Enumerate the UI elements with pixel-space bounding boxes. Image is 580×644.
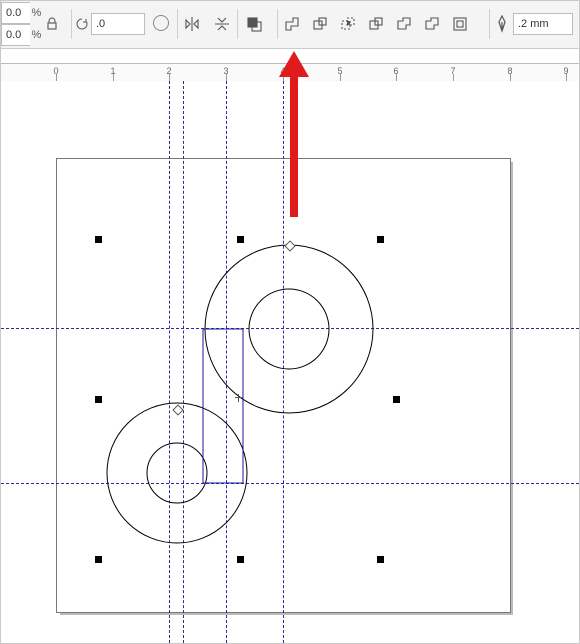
selection-handle[interactable] <box>95 396 102 403</box>
app-window: 0.0 % 0.0 % .0 <box>0 0 580 644</box>
pen-icon <box>495 15 509 33</box>
scale-fields: 0.0 % 0.0 % <box>1 1 43 47</box>
separator <box>277 9 278 39</box>
scale-x-pct: % <box>30 7 43 19</box>
outline-group: .2 mm <box>495 13 573 35</box>
back-minus-front-button[interactable] <box>421 13 443 35</box>
scale-x-input[interactable]: 0.0 <box>1 2 30 24</box>
arrow-head-icon <box>279 51 309 77</box>
boundary-button[interactable] <box>449 13 471 35</box>
rotation-group: .0 <box>75 4 145 44</box>
scale-y-pct: % <box>30 29 43 41</box>
separator <box>177 9 178 39</box>
selected-rectangle[interactable] <box>203 329 243 483</box>
weld-button[interactable] <box>281 13 303 35</box>
rotation-input[interactable]: .0 <box>91 13 145 35</box>
separator <box>489 9 490 39</box>
annotation-arrow <box>279 51 309 231</box>
simplify-button[interactable] <box>365 13 387 35</box>
selection-handle[interactable] <box>377 236 384 243</box>
circle-large-2[interactable] <box>107 403 247 543</box>
selection-handle[interactable] <box>237 236 244 243</box>
arrow-shaft <box>290 77 298 217</box>
mirror-buttons <box>181 13 233 35</box>
options-icon[interactable] <box>153 15 169 31</box>
lock-ratio-button[interactable] <box>43 14 61 34</box>
circle-small-1[interactable] <box>249 289 329 369</box>
selection-handle[interactable] <box>393 396 400 403</box>
separator <box>237 9 238 39</box>
rotate-icon <box>75 17 89 31</box>
selection-handle[interactable] <box>95 236 102 243</box>
selection-handle[interactable] <box>377 556 384 563</box>
to-front-button[interactable] <box>243 13 265 35</box>
shaping-buttons <box>281 13 471 35</box>
lock-icon <box>46 17 58 31</box>
front-minus-back-button[interactable] <box>393 13 415 35</box>
mirror-vertical-button[interactable] <box>211 13 233 35</box>
mirror-horizontal-button[interactable] <box>181 13 203 35</box>
intersect-button[interactable] <box>337 13 359 35</box>
scale-y-input[interactable]: 0.0 <box>1 24 30 46</box>
drawing-canvas[interactable] <box>1 81 579 643</box>
outline-width-input[interactable]: .2 mm <box>513 13 573 35</box>
separator <box>71 9 72 39</box>
property-bar: 0.0 % 0.0 % .0 <box>1 1 579 49</box>
selection-center-icon <box>235 394 243 402</box>
trim-button[interactable] <box>309 13 331 35</box>
selection-handle[interactable] <box>95 556 102 563</box>
selection-handle[interactable] <box>237 556 244 563</box>
circle-small-2[interactable] <box>147 443 207 503</box>
